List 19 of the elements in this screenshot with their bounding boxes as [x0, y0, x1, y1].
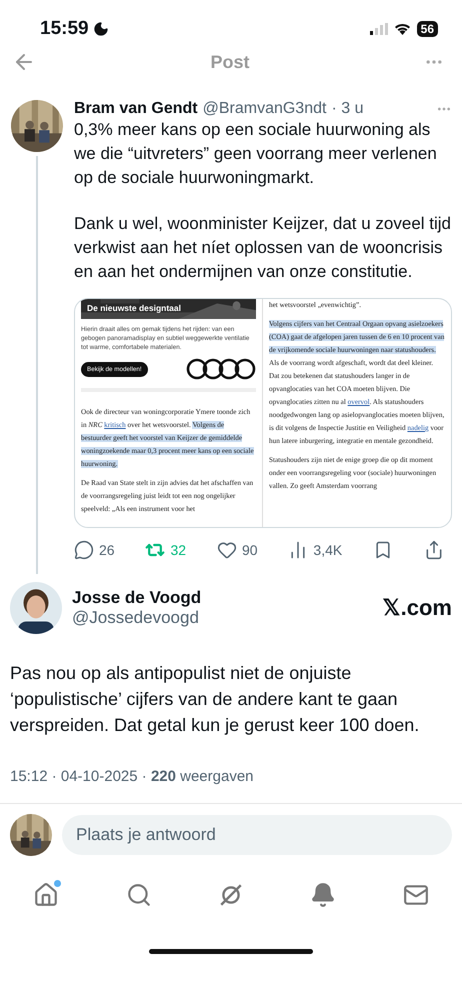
reply-field[interactable]: Plaats je antwoord — [62, 815, 452, 855]
post-meta: 15:12 · 04-10-2025 · 220 weergaven — [10, 768, 255, 785]
action-count: 90 — [242, 542, 258, 558]
source-label: 𝕏.com — [382, 595, 452, 621]
post-text: Pas nou op als antipopulist niet de onjuiste ‘populistische’ cijfers van de andere kant te gaan verspreiden. Dat getal kun je gerust keer 100 doen. — [10, 662, 420, 737]
page-title: Post — [210, 52, 250, 72]
action-count: 32 — [170, 542, 186, 558]
post-text: 0,3% meer kans op een sociale huurwoning als we die “uitvreters” geen voorrang meer verlenen op de sociale huurwoningmarkt. — [74, 119, 438, 189]
action-count: 3,4K — [313, 542, 342, 558]
battery-level: 56 — [416, 21, 438, 37]
ad-title: De nieuwste designtaal — [87, 303, 181, 314]
author-handle: @BramvanG3ndt — [202, 100, 326, 118]
author-name: Josse de Voogd — [72, 588, 202, 608]
action-count: 26 — [99, 542, 115, 558]
post-text: Dank u wel, woonminister Keijzer, dat u zoveel tijd verkwist aan het níet oplossen van de wooncrisis en aan het ondermijnen van onze constitutie. — [74, 213, 452, 283]
author-handle: @Jossedevoogd — [72, 608, 200, 628]
status-time: 15:59 — [40, 18, 89, 40]
post-age: · 3 u — [331, 100, 364, 118]
author-name: Bram van Gendt — [74, 100, 198, 118]
